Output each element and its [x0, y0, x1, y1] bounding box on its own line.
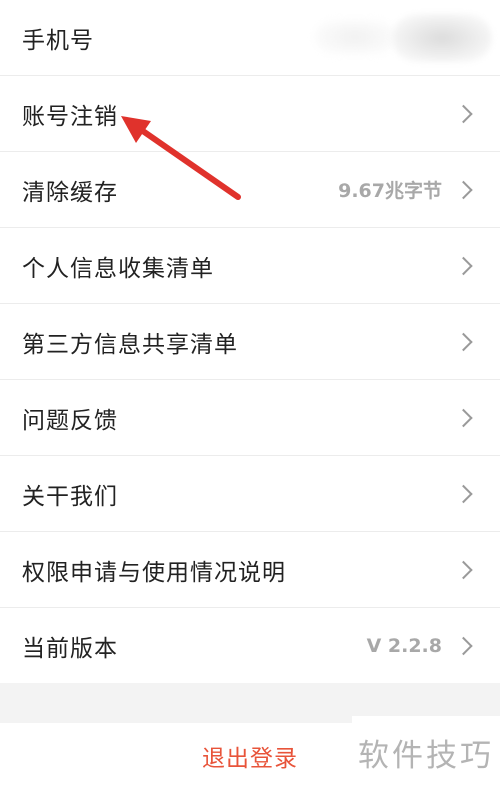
chevron-right-icon — [454, 636, 473, 655]
settings-item-label: 权限申请与使用情况说明 — [22, 559, 286, 586]
version-value: V 2.2.8 — [366, 634, 442, 657]
cache-size-value: 9.67兆字节 — [338, 180, 442, 202]
phone-number-blurred — [392, 14, 492, 62]
settings-item-label: 当前版本 — [22, 635, 118, 662]
settings-item-personal-info-list[interactable]: 个人信息收集清单 — [0, 228, 500, 304]
watermark: 软件技巧 — [352, 716, 500, 789]
phone-number-blurred-secondary — [315, 20, 395, 54]
settings-list: 手机号 账号注销 清除缓存 9.67兆字节 个人信息收集清单 第三方信息共享清单… — [0, 0, 500, 684]
settings-item-label: 关干我们 — [22, 483, 118, 510]
settings-item-account-deletion[interactable]: 账号注销 — [0, 76, 500, 152]
logout-label: 退出登录 — [202, 746, 298, 772]
settings-item-label: 清除缓存 — [22, 179, 118, 206]
chevron-right-icon — [454, 484, 473, 503]
watermark-text: 软件技巧 — [358, 738, 494, 774]
settings-item-label: 第三方信息共享清单 — [22, 331, 238, 358]
settings-item-phone[interactable]: 手机号 — [0, 0, 500, 76]
chevron-right-icon — [454, 560, 473, 579]
settings-item-permissions[interactable]: 权限申请与使用情况说明 — [0, 532, 500, 608]
chevron-right-icon — [454, 408, 473, 427]
settings-item-label: 账号注销 — [22, 103, 118, 130]
settings-item-third-party-sharing[interactable]: 第三方信息共享清单 — [0, 304, 500, 380]
settings-item-label: 问题反馈 — [22, 407, 118, 434]
settings-item-about-us[interactable]: 关干我们 — [0, 456, 500, 532]
chevron-right-icon — [454, 256, 473, 275]
settings-item-current-version[interactable]: 当前版本 V 2.2.8 — [0, 608, 500, 684]
chevron-right-icon — [454, 180, 473, 199]
settings-item-feedback[interactable]: 问题反馈 — [0, 380, 500, 456]
settings-screen: 手机号 账号注销 清除缓存 9.67兆字节 个人信息收集清单 第三方信息共享清单… — [0, 0, 500, 789]
chevron-right-icon — [454, 104, 473, 123]
chevron-right-icon — [454, 332, 473, 351]
settings-item-label: 个人信息收集清单 — [22, 255, 214, 282]
settings-item-clear-cache[interactable]: 清除缓存 9.67兆字节 — [0, 152, 500, 228]
settings-item-label: 手机号 — [22, 27, 94, 54]
